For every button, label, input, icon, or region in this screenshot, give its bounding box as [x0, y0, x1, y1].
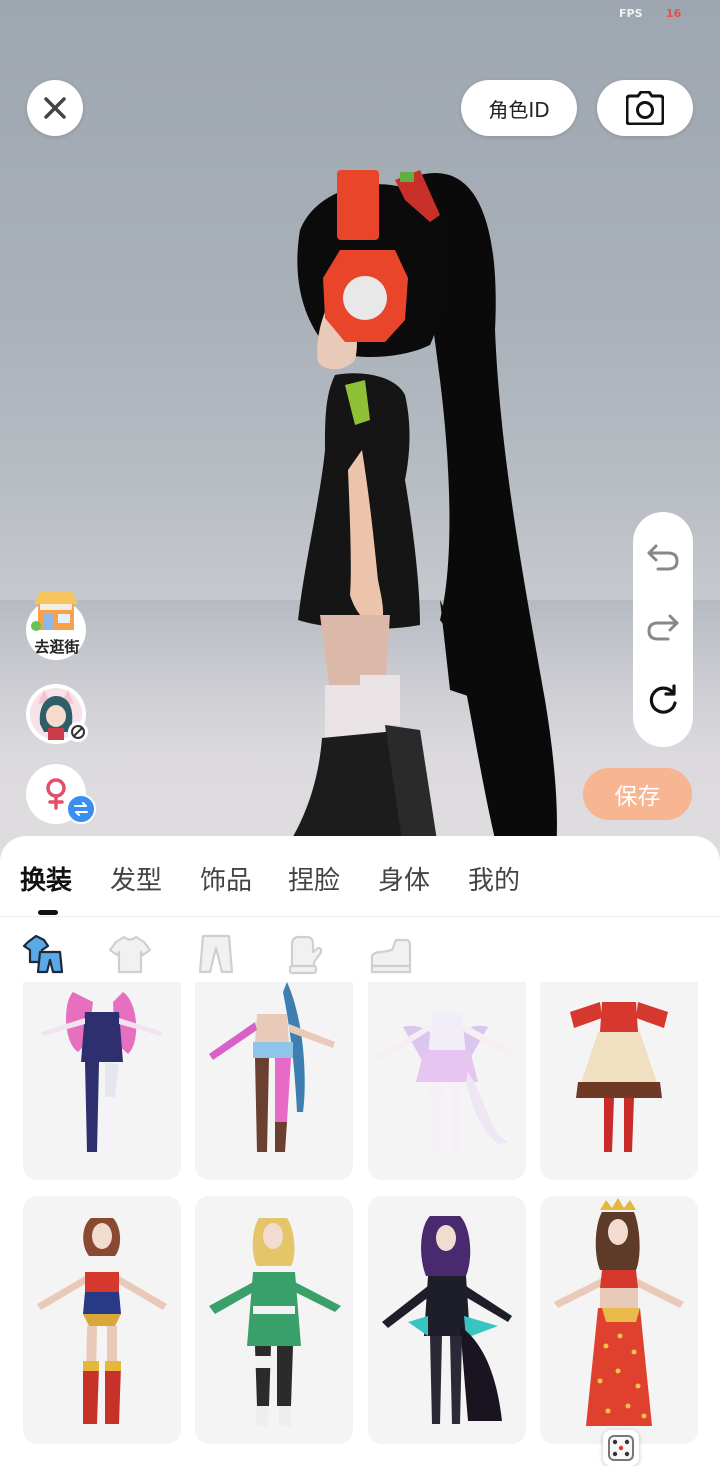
gloves-icon[interactable] [282, 932, 326, 976]
role-id-label: 角色ID [488, 97, 550, 122]
outfit-thumbnail [376, 1012, 512, 1152]
redo-icon[interactable] [646, 612, 680, 642]
outfit-thumbnail [554, 1198, 684, 1426]
outfit-thumbnail [209, 982, 335, 1152]
save-button[interactable]: 保存 [583, 768, 692, 820]
category-tabs: 换装 发型 饰品 捏脸 身体 我的 [0, 836, 720, 917]
tab-face[interactable]: 捏脸 [288, 860, 340, 897]
dice-icon [608, 1435, 634, 1461]
close-button[interactable] [27, 80, 83, 136]
outfit-card-red-dot-gown[interactable] [540, 1196, 698, 1444]
undo-icon[interactable] [646, 542, 680, 572]
camera-button[interactable] [597, 80, 693, 136]
outfit-card-red-ruffle-dress[interactable] [540, 982, 698, 1180]
pants-icon[interactable] [194, 932, 238, 976]
outfit-card-denim-shorts[interactable] [195, 982, 353, 1180]
close-icon [44, 97, 66, 119]
outfit-thumbnail [209, 1218, 341, 1426]
wardrobe-panel: 换装 发型 饰品 捏脸 身体 我的 [0, 836, 720, 1460]
outfit-card-white-fairy[interactable] [368, 982, 526, 1180]
camera-icon [626, 91, 664, 125]
outfit-grid [0, 982, 720, 1460]
disabled-badge-icon [68, 722, 88, 742]
top-icon[interactable] [108, 932, 152, 976]
avatar-preset-button[interactable] [26, 684, 88, 744]
outfit-card-green-ninja[interactable] [195, 1196, 353, 1444]
tab-accessories[interactable]: 饰品 [200, 860, 252, 897]
go-shopping-label: 去逛街 [34, 638, 80, 656]
outfit-thumbnail [37, 1218, 167, 1424]
outfit-card-dark-gothic[interactable] [368, 1196, 526, 1444]
tab-mine[interactable]: 我的 [468, 860, 520, 897]
save-label: 保存 [614, 784, 661, 810]
outfit-thumbnail [570, 1002, 668, 1152]
outfit-thumbnail [41, 992, 163, 1152]
shop-icon [31, 592, 78, 631]
tab-outfit[interactable]: 换装 [20, 860, 72, 897]
reset-icon[interactable] [646, 683, 680, 717]
shoes-icon[interactable] [368, 932, 412, 976]
outfit-card-pink-magic[interactable] [23, 982, 181, 1180]
gender-switch-button[interactable] [26, 764, 96, 824]
switch-icon [66, 794, 96, 824]
outfit-thumbnail [382, 1216, 512, 1424]
tab-body[interactable]: 身体 [378, 860, 430, 897]
outfit-card-red-gold-heroine[interactable] [23, 1196, 181, 1444]
history-toolbar [633, 512, 693, 747]
active-tab-indicator [38, 910, 58, 915]
random-dice-button[interactable] [603, 1430, 639, 1466]
role-id-button[interactable]: 角色ID [461, 80, 577, 136]
outfit-set-icon[interactable] [22, 932, 66, 976]
tab-hairstyle[interactable]: 发型 [110, 860, 162, 897]
subcategory-bar [0, 932, 720, 978]
avatar-viewport[interactable]: FPS 16 角色ID 保存 去逛街 [0, 0, 720, 860]
